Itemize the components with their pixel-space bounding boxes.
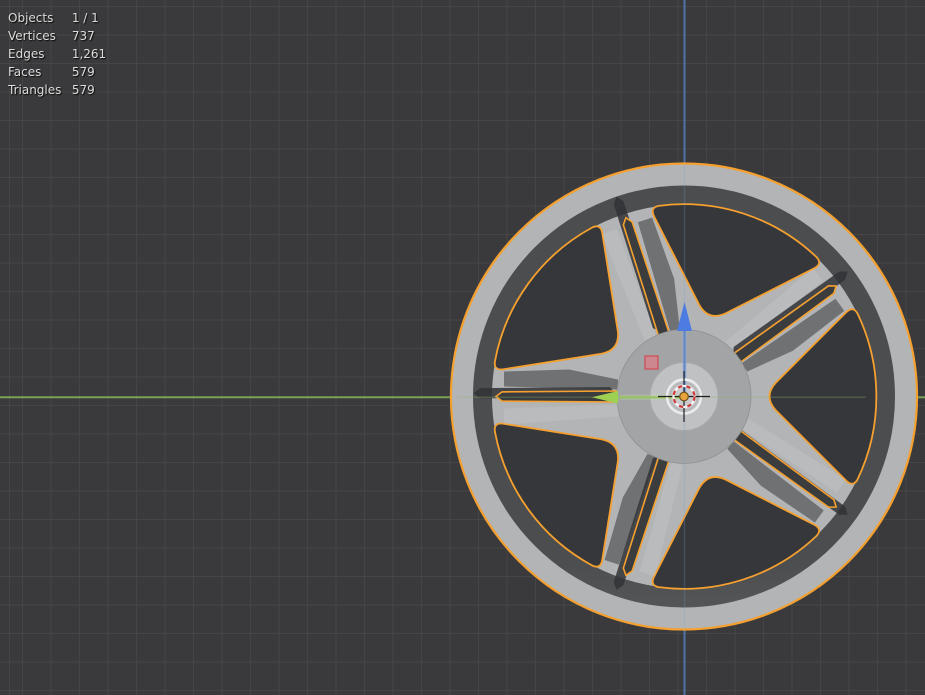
stat-value: 579	[71, 65, 95, 79]
stat-value: 579	[71, 83, 95, 97]
object-origin-dot	[679, 391, 689, 402]
gizmo-plane-handle-red[interactable]	[644, 355, 659, 370]
stat-value: 737	[71, 29, 95, 43]
stat-faces: Faces 579	[8, 63, 106, 81]
stat-triangles: Triangles 579	[8, 81, 106, 99]
stat-label: Objects	[8, 11, 54, 25]
stat-edges: Edges 1,261	[8, 45, 106, 63]
stat-label: Edges	[8, 47, 45, 61]
stat-label: Vertices	[8, 29, 56, 43]
viewport-canvas[interactable]	[0, 0, 925, 695]
3d-viewport[interactable]: Objects 1 / 1 Vertices 737 Edges 1,261 F…	[0, 0, 925, 695]
stat-value: 1,261	[71, 47, 107, 61]
stats-overlay: Objects 1 / 1 Vertices 737 Edges 1,261 F…	[8, 9, 106, 99]
stat-objects: Objects 1 / 1	[8, 9, 106, 27]
stat-value: 1 / 1	[71, 11, 99, 25]
stat-vertices: Vertices 737	[8, 27, 106, 45]
stat-label: Triangles	[8, 83, 62, 97]
stat-label: Faces	[8, 65, 42, 79]
